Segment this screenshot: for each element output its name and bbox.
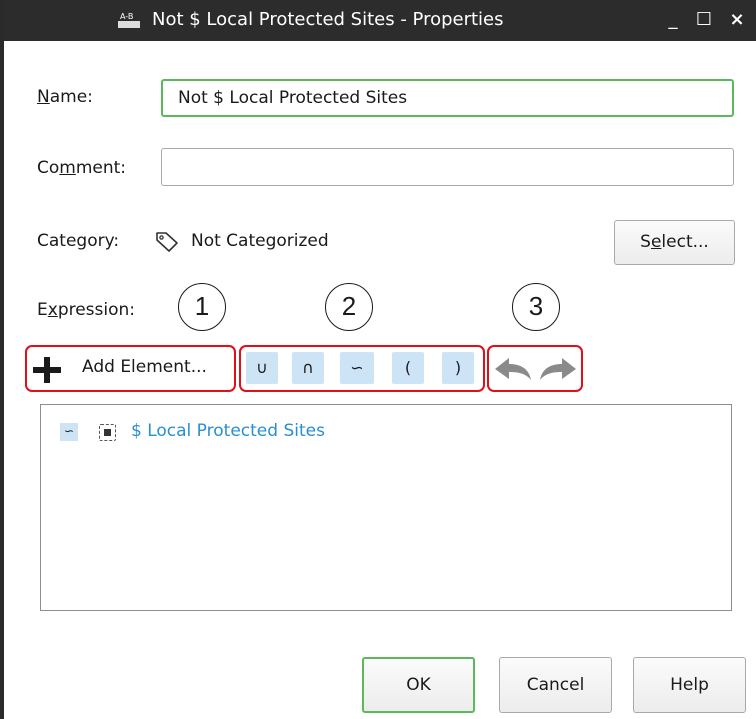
help-button[interactable]: Help — [633, 657, 746, 713]
select-category-button[interactable]: Select... — [614, 220, 735, 265]
undo-arrow-icon[interactable] — [493, 356, 533, 382]
redo-arrow-icon[interactable] — [538, 356, 578, 382]
intersect-button[interactable]: ∩ — [292, 352, 324, 384]
a-to-b-query-icon: A-B — [118, 12, 140, 28]
ok-button[interactable]: OK — [362, 657, 475, 713]
category-value: Not Categorized — [191, 231, 329, 251]
window-left-border — [0, 0, 4, 719]
comment-label: Comment: — [37, 158, 127, 178]
close-button[interactable]: × — [724, 6, 750, 34]
tree-layer-label[interactable]: $ Local Protected Sites — [131, 421, 325, 441]
expression-label: Expression: — [37, 300, 136, 320]
name-label: Name: — [37, 87, 93, 107]
callout-2: 2 — [325, 283, 373, 331]
open-paren-button[interactable]: ( — [392, 352, 424, 384]
properties-dialog: A-B Not $ Local Protected Sites - Proper… — [0, 0, 756, 719]
category-label: Category: — [37, 231, 120, 251]
name-input[interactable] — [161, 79, 734, 117]
window-title: Not $ Local Protected Sites - Properties — [152, 9, 504, 30]
union-button[interactable]: ∪ — [246, 352, 278, 384]
callout-3: 3 — [512, 283, 560, 331]
cancel-button[interactable]: Cancel — [499, 657, 612, 713]
not-button[interactable]: ∽ — [340, 352, 374, 384]
comment-input[interactable] — [161, 148, 734, 186]
close-paren-button[interactable]: ) — [442, 352, 474, 384]
maximize-button[interactable]: ☐ — [691, 6, 717, 34]
title-bar[interactable]: A-B Not $ Local Protected Sites - Proper… — [0, 0, 756, 41]
tag-icon — [156, 232, 178, 252]
svg-text:A-B: A-B — [120, 12, 133, 21]
plus-icon[interactable] — [32, 356, 62, 384]
add-element-button[interactable]: Add Element... — [82, 357, 207, 377]
tree-not-node[interactable]: ∽ — [60, 423, 78, 441]
minimize-button[interactable]: _ — [660, 6, 686, 34]
callout-1: 1 — [178, 283, 226, 331]
layer-icon — [99, 424, 116, 441]
